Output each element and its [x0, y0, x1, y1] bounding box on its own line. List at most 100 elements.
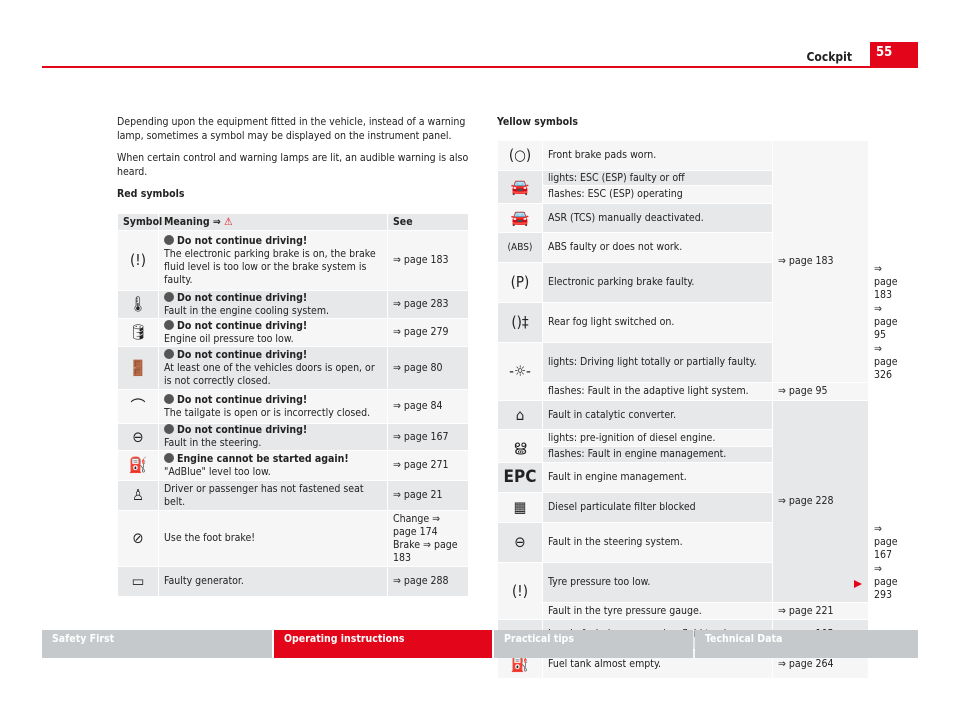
page-number: 55: [870, 42, 918, 68]
epc-icon: EPC: [497, 462, 543, 493]
stop-icon: [164, 424, 174, 434]
table-row: (!) Do not continue driving! The electroni…: [117, 230, 469, 291]
steering-icon: ⊖: [497, 522, 543, 563]
meaning-text: The electronic parking brake is on, the …: [164, 247, 376, 286]
parking-brake-icon: (P): [497, 262, 543, 303]
warning-bold: Do not continue driving!: [164, 393, 382, 407]
adblue-icon: ⛽: [117, 450, 159, 481]
meaning-cell: Do not continue driving! Fault in the ste…: [158, 423, 388, 451]
page-link[interactable]: ⇒ page 283: [387, 290, 469, 319]
page-link[interactable]: ⇒ page 183: [387, 230, 469, 291]
meaning-text: At least one of the vehicles doors is op…: [164, 361, 375, 387]
steering-icon: ⊖: [117, 423, 159, 451]
page-link[interactable]: ⇒ page 183: [772, 140, 869, 383]
bold-text: Do not continue driving!: [177, 393, 308, 406]
page-link[interactable]: ⇒ page 288: [387, 566, 469, 597]
continue-arrow-icon: [854, 580, 862, 588]
page-link[interactable]: ⇒ page 95: [772, 382, 869, 401]
coolant-icon: 🌡: [117, 290, 159, 319]
rear-fog-icon: ()‡: [497, 302, 543, 343]
meaning-text: Fault in the tyre pressure gauge.: [542, 602, 773, 620]
battery-icon: ▭: [117, 566, 159, 597]
engine-icon: ⌂: [497, 400, 543, 430]
page-link[interactable]: ⇒ page 80: [387, 346, 469, 390]
table-row: ⌒ Do not continue driving! The tailgate is…: [117, 389, 469, 424]
warning-bold: Do not continue driving!: [164, 291, 382, 305]
asr-off-icon: 🚘: [497, 203, 543, 233]
meaning-text: ABS faulty or does not work.: [542, 232, 773, 263]
meaning-text: Fault in the engine cooling system.: [164, 304, 330, 317]
warning-triangle-icon: ⚠: [224, 215, 233, 228]
meaning-cell: Do not continue driving! The electronic p…: [158, 230, 388, 291]
page-link[interactable]: ⇒ page 228: [772, 400, 869, 603]
stop-icon: [164, 452, 174, 463]
footer-tab-safety-first[interactable]: Safety First: [42, 630, 272, 658]
section-title: Cockpit: [806, 50, 852, 64]
warning-bold: Do not continue driving!: [164, 424, 382, 437]
footer-tab-technical-data[interactable]: Technical Data: [695, 630, 918, 658]
bold-text: Do not continue driving!: [177, 234, 308, 247]
meaning-text: Diesel particulate filter blocked: [542, 492, 773, 523]
meaning-cell: Do not continue driving! Engine oil press…: [158, 318, 388, 347]
bold-text: Engine cannot be started again!: [177, 452, 349, 465]
bold-text: Do not continue driving!: [177, 291, 308, 304]
seat-belt-icon: ♙: [117, 480, 159, 511]
bulb-fault-icon: -☼-: [497, 342, 543, 401]
meaning-text: lights: pre-ignition of diesel engine.: [542, 429, 773, 447]
stop-icon: [164, 393, 174, 404]
bold-text: Do not continue driving!: [177, 424, 308, 436]
table-row: (○) Front brake pads worn. ⇒ page 183: [497, 140, 869, 383]
footer-tab-practical-tips[interactable]: Practical tips: [494, 630, 693, 658]
col-see: See: [387, 213, 469, 231]
meaning-text: lights: ESC (ESP) faulty or off: [542, 170, 773, 186]
door-open-icon: 🚪: [117, 346, 159, 390]
page-link[interactable]: ⇒ page 167: [387, 423, 469, 451]
table-row: 🚪 Do not continue driving! At least one of…: [117, 346, 469, 390]
table-row: 🌡 Do not continue driving! Fault in the en…: [117, 290, 469, 319]
intro-paragraph: Depending upon the equipment fitted in t…: [117, 116, 466, 142]
meaning-text: Fault in catalytic converter.: [542, 400, 773, 430]
esc-icon: 🚘: [497, 170, 543, 204]
page-link[interactable]: ⇒ page 221: [772, 602, 869, 620]
meaning-text: Fault in the steering.: [164, 437, 262, 449]
col-meaning-label: Meaning ⇒: [164, 215, 221, 228]
meaning-cell: Driver or passenger has not fastened sea…: [158, 480, 388, 511]
particulate-filter-icon: ▦: [497, 492, 543, 523]
meaning-text: Use the foot brake!: [164, 532, 256, 544]
col-meaning: Meaning ⇒ ⚠: [158, 213, 388, 231]
foot-brake-icon: ⊘: [117, 510, 159, 567]
meaning-text: flashes: ESC (ESP) operating: [542, 185, 773, 204]
meaning-text: Faulty generator.: [164, 575, 244, 587]
meaning-cell: Do not continue driving! Fault in the eng…: [158, 290, 388, 319]
meaning-cell: Engine cannot be started again! "AdBlue" …: [158, 450, 388, 481]
tyre-pressure-icon: (!): [497, 562, 543, 620]
tailgate-icon: ⌒: [117, 389, 159, 424]
bold-text: Do not continue driving!: [177, 348, 308, 361]
table-row: ⊖ Do not continue driving! Fault in the st…: [117, 423, 469, 451]
warning-bold: Do not continue driving!: [164, 348, 382, 362]
meaning-text: flashes: Fault in engine management.: [542, 446, 773, 463]
page-link[interactable]: ⇒ page 21: [387, 480, 469, 511]
table-row: ⌂ Fault in catalytic converter. ⇒ page 228: [497, 400, 869, 603]
meaning-text: "AdBlue" level too low.: [164, 465, 271, 478]
page-link[interactable]: ⇒ page 84: [387, 389, 469, 424]
meaning-text: Driver or passenger has not fastened sea…: [164, 482, 364, 508]
intro-text: Depending upon the equipment fitted in t…: [117, 115, 472, 209]
brake-pads-icon: (○): [497, 140, 543, 171]
page-link[interactable]: ⇒ page 271: [387, 450, 469, 481]
stop-icon: [164, 291, 174, 302]
intro-paragraph: When certain control and warning lamps a…: [117, 152, 469, 178]
page-link[interactable]: ⇒ page 279: [387, 318, 469, 347]
red-symbols-table: Symbol Meaning ⇒ ⚠ See (!) Do not continue …: [117, 213, 469, 597]
footer-tab-operating-instructions[interactable]: Operating instructions: [274, 630, 492, 658]
glow-plug-icon: ൠ: [497, 429, 543, 463]
yellow-symbols-table: (○) Front brake pads worn. ⇒ page 183 🚘 ligh…: [497, 140, 898, 679]
page-link[interactable]: Change ⇒ page 174 Brake ⇒ page 183: [387, 510, 469, 567]
table-row: ⊘ Use the foot brake! Change ⇒ page 174 Br…: [117, 510, 469, 567]
meaning-cell: Do not continue driving! At least one of …: [158, 346, 388, 390]
stop-icon: [164, 348, 174, 359]
meaning-text: The tailgate is open or is incorrectly c…: [164, 406, 371, 419]
meaning-text: Electronic parking brake faulty.: [542, 262, 773, 303]
meaning-text: Rear fog light switched on.: [542, 302, 773, 343]
table-row: ⛽ Engine cannot be started again! "AdBlue"…: [117, 450, 469, 481]
